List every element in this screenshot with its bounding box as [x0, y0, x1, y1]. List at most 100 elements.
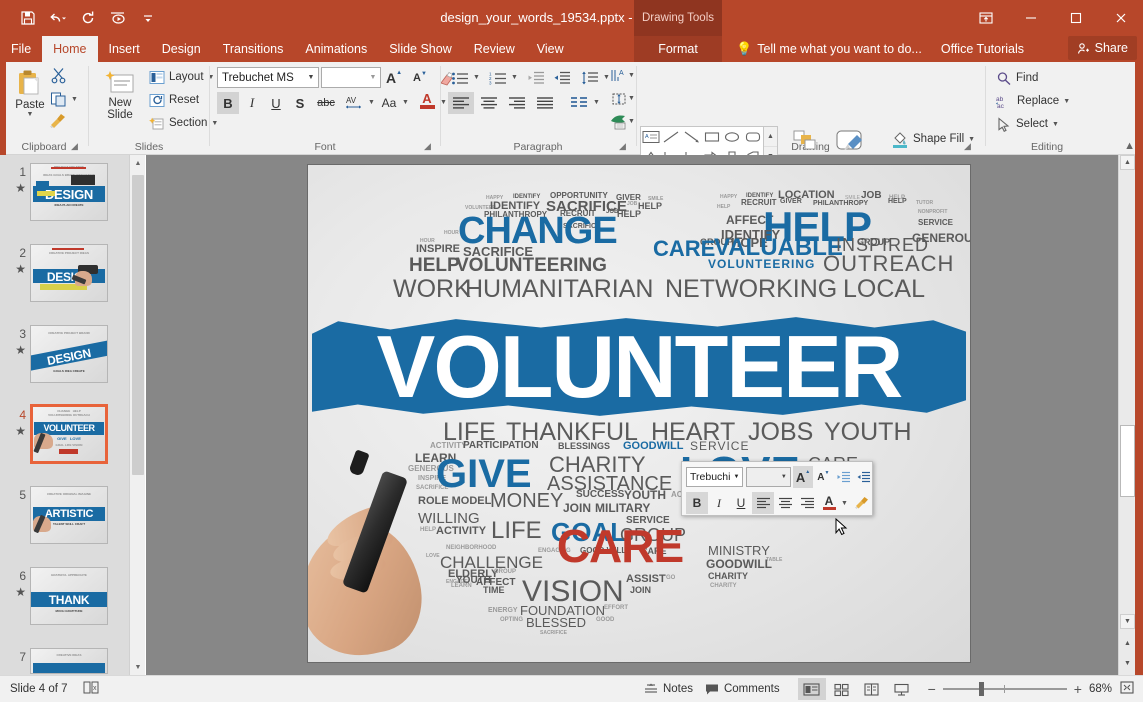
thumbnail-scroll-up-icon[interactable]: ▲ [130, 155, 146, 171]
shape-fill-button[interactable]: Shape Fill ▼ [888, 128, 978, 150]
change-case-caret[interactable]: ▼ [402, 99, 409, 106]
mini-font-color-caret[interactable]: ▼ [841, 500, 848, 507]
mini-grow-font-button[interactable]: A ▲ [792, 466, 814, 488]
replace-button[interactable]: ab ac Replace ▼ [993, 90, 1073, 112]
tab-home[interactable]: Home [42, 36, 98, 62]
italic-button[interactable]: I [241, 92, 263, 114]
grow-font-button[interactable]: A ▲ [383, 67, 405, 89]
thumbnail-scroll-thumb[interactable] [132, 175, 144, 475]
layout-button[interactable]: Layout ▼ [146, 66, 217, 88]
text-direction-caret[interactable]: ▼ [628, 72, 635, 79]
thumbnail-image[interactable]: CREATIVE PROJECT IDEAS DESIGN GOALS IDEA… [30, 244, 108, 302]
zoom-in-button[interactable]: + [1074, 681, 1082, 697]
accessibility-icon[interactable]: x [82, 680, 100, 698]
fit-slide-icon[interactable] [1119, 680, 1135, 698]
notes-button[interactable]: Notes [644, 683, 693, 696]
format-painter-button[interactable] [48, 112, 68, 135]
mini-underline-button[interactable]: U [730, 492, 752, 514]
increase-indent-button[interactable] [550, 67, 574, 89]
copy-button[interactable] [50, 90, 68, 113]
mini-format-painter-button[interactable] [852, 492, 874, 514]
thumbnail-slide-4[interactable]: 4 ★ CHANGE HELP VOLUNTEERING OUTREACH VO… [0, 404, 130, 469]
thumbnail-slide-1[interactable]: 1 ★ PROJECT CREATIVE IDEAS GOALS BRAND I… [0, 163, 130, 225]
undo-icon[interactable] [44, 5, 72, 31]
select-button[interactable]: Select ▼ [993, 113, 1062, 135]
find-button[interactable]: Find [993, 67, 1041, 89]
tell-me-box[interactable]: 💡 Tell me what you want to do... [730, 36, 922, 62]
view-slide-show-button[interactable] [888, 678, 916, 700]
replace-caret[interactable]: ▼ [1063, 98, 1070, 105]
mini-formatting-toolbar[interactable]: Trebuchi ▼ ▼ A ▲ A ▼ B I U A ▼ [681, 461, 873, 516]
tab-animations[interactable]: Animations [294, 36, 378, 62]
font-dialog-launcher[interactable]: ◢ [424, 141, 435, 152]
bullets-caret[interactable]: ▼ [473, 74, 480, 81]
tab-format[interactable]: Format [634, 36, 722, 62]
new-slide-button[interactable]: New Slide [96, 66, 144, 121]
cut-button[interactable] [50, 67, 68, 90]
view-slide-sorter-button[interactable] [828, 678, 856, 700]
decrease-indent-button[interactable] [524, 67, 548, 89]
numbering-button[interactable]: 123 [486, 67, 510, 89]
thumbnail-image[interactable]: PROJECT CREATIVE IDEAS GOALS BRAND INNOV… [30, 163, 108, 221]
thumbnail-slide-3[interactable]: 3 ★ CREATIVE PROJECT BRAND DESIGN GOALS … [0, 325, 130, 387]
share-button[interactable]: Share [1067, 36, 1137, 60]
close-icon[interactable] [1098, 0, 1143, 36]
mini-center-button[interactable] [774, 492, 796, 514]
numbering-caret[interactable]: ▼ [511, 74, 518, 81]
thumbnail-image[interactable]: GRATEFUL APPRECIATE THANK MUCH GRATITUDE [30, 567, 108, 625]
collapse-ribbon-icon[interactable]: ▲ [1124, 140, 1135, 152]
paste-button[interactable]: Paste ▼ [8, 66, 52, 118]
maximize-icon[interactable] [1053, 0, 1098, 36]
shape-arrow-icon[interactable] [682, 127, 702, 147]
tab-insert[interactable]: Insert [98, 36, 151, 62]
align-center-button[interactable] [476, 92, 502, 114]
thumbnail-image[interactable]: CREATIVE IDEAS [30, 648, 108, 674]
bold-button[interactable]: B [217, 92, 239, 114]
care-text-shape[interactable]: CARE [480, 523, 760, 569]
copy-dropdown-caret[interactable]: ▼ [71, 96, 78, 103]
text-shadow-button[interactable]: S [289, 92, 311, 114]
mini-decrease-indent-button[interactable] [833, 466, 853, 488]
shape-oval-icon[interactable] [722, 127, 742, 147]
mini-font-size-caret[interactable]: ▼ [778, 474, 790, 480]
bullets-button[interactable] [448, 67, 472, 89]
tab-slide-show[interactable]: Slide Show [378, 36, 463, 62]
shape-fill-caret[interactable]: ▼ [968, 136, 975, 143]
justify-button[interactable] [532, 92, 558, 114]
start-presentation-icon[interactable] [104, 5, 132, 31]
slide-pane-scrollbar[interactable]: ▲ ▼ ▲ ▼ [1118, 155, 1135, 675]
paste-dropdown-caret[interactable]: ▼ [27, 111, 34, 118]
thumbnail-slide-7[interactable]: 7 CREATIVE IDEAS [0, 648, 130, 675]
mini-font-size-box[interactable]: ▼ [746, 467, 791, 487]
mini-font-name-caret[interactable]: ▼ [730, 474, 742, 480]
zoom-percent-label[interactable]: 68% [1089, 683, 1112, 695]
convert-to-smartart-button[interactable] [608, 111, 630, 133]
font-name-box[interactable]: Trebuchet MS ▼ [217, 67, 319, 88]
tab-design[interactable]: Design [151, 36, 212, 62]
underline-button[interactable]: U [265, 92, 287, 114]
office-tutorials-link[interactable]: Office Tutorials [941, 36, 1024, 62]
mini-bold-button[interactable]: B [686, 492, 708, 514]
thumbnail-pane-scrollbar[interactable]: ▲ ▼ [129, 155, 145, 675]
change-case-button[interactable]: Aa [377, 92, 401, 114]
mini-italic-button[interactable]: I [708, 492, 730, 514]
slide-editing-area[interactable]: HAPPY IDENTIFY OPPORTUNITY GIVER SMILE H… [146, 155, 1118, 675]
shape-text-box-icon[interactable]: A [641, 127, 661, 147]
shape-rectangle-icon[interactable] [702, 127, 722, 147]
mini-font-color-button[interactable]: A [818, 492, 840, 514]
redo-icon[interactable] [74, 5, 102, 31]
ribbon-display-options-icon[interactable] [963, 0, 1008, 36]
thumbnail-image[interactable]: CREATIVE PROJECT BRAND DESIGN GOALS IDEA… [30, 325, 108, 383]
mini-font-name-box[interactable]: Trebuchi ▼ [686, 467, 744, 487]
zoom-out-button[interactable]: − [928, 681, 936, 697]
thumbnail-image[interactable]: CHANGE HELP VOLUNTEERING OUTREACH VOLUNT… [30, 404, 108, 464]
shrink-font-button[interactable]: A ▼ [409, 67, 431, 89]
align-text-caret[interactable]: ▼ [628, 95, 635, 102]
slide-scroll-down-icon[interactable]: ▼ [1120, 614, 1135, 629]
strikethrough-button[interactable]: abc [313, 92, 339, 114]
shape-line-icon[interactable] [661, 127, 681, 147]
view-normal-button[interactable] [797, 678, 826, 700]
previous-slide-icon[interactable]: ▲ [1120, 636, 1135, 651]
align-right-button[interactable] [504, 92, 530, 114]
reset-button[interactable]: Reset [146, 89, 202, 111]
